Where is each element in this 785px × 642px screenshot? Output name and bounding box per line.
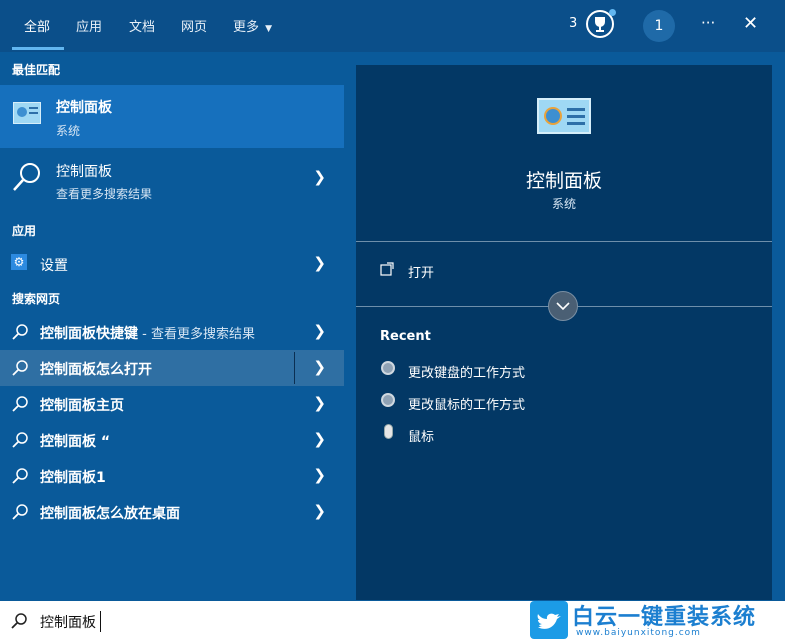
chevron-down-icon bbox=[556, 302, 570, 311]
search-icon bbox=[12, 468, 28, 484]
search-icon bbox=[12, 432, 28, 448]
best-match-subtitle: 系统 bbox=[56, 124, 81, 138]
account-avatar[interactable]: 1 bbox=[643, 10, 675, 42]
divider bbox=[294, 352, 295, 384]
rewards-count: 3 bbox=[569, 16, 578, 31]
search-icon bbox=[12, 324, 28, 340]
app-item-settings[interactable]: ⚙ 设置 ❯ bbox=[0, 246, 344, 282]
recent-item[interactable]: 鼠标 bbox=[356, 421, 772, 449]
best-match-title: 控制面板 bbox=[56, 100, 112, 116]
more-options-button[interactable]: ··· bbox=[701, 14, 715, 32]
chevron-right-icon[interactable]: ❯ bbox=[313, 466, 326, 484]
web-result-title: 控制面板主页 bbox=[40, 398, 124, 414]
settings-icon bbox=[381, 361, 395, 375]
web-result-suffix: - 查看更多搜索结果 bbox=[138, 327, 255, 342]
top-tab-bar: 全部 应用 文档 网页 更多 ▼ 3 1 ··· ✕ bbox=[0, 0, 785, 52]
open-label: 打开 bbox=[408, 266, 435, 281]
best-match-heading: 最佳匹配 bbox=[12, 63, 61, 77]
open-external-icon bbox=[380, 262, 394, 276]
web-result-item[interactable]: 控制面板怎么放在桌面 ❯ bbox=[0, 494, 344, 530]
chevron-right-icon[interactable]: ❯ bbox=[313, 430, 326, 448]
chevron-right-icon[interactable]: ❯ bbox=[313, 168, 326, 186]
chevron-down-icon: ▼ bbox=[265, 24, 273, 34]
app-item-label: 设置 bbox=[40, 258, 68, 274]
web-result-item[interactable]: 控制面板1 ❯ bbox=[0, 458, 344, 494]
close-button[interactable]: ✕ bbox=[743, 13, 758, 34]
settings-icon bbox=[381, 393, 395, 407]
watermark-logo: 白云一键重装系统 www.baiyunxitong.com bbox=[530, 601, 775, 642]
search-icon bbox=[12, 396, 28, 412]
recent-heading: Recent bbox=[380, 329, 431, 344]
web-search-result-item[interactable]: 控制面板 查看更多搜索结果 ❯ bbox=[0, 148, 344, 211]
control-panel-large-icon bbox=[537, 98, 591, 134]
chevron-right-icon[interactable]: ❯ bbox=[313, 322, 326, 340]
tab-web[interactable]: 网页 bbox=[181, 16, 207, 35]
tab-more-label: 更多 bbox=[233, 20, 260, 35]
web-result-item[interactable]: 控制面板 “ ❯ bbox=[0, 422, 344, 458]
web-result-text: 控制面板快捷键 - 查看更多搜索结果 bbox=[40, 323, 255, 343]
tab-all[interactable]: 全部 bbox=[24, 16, 50, 35]
web-result-item[interactable]: 控制面板主页 ❯ bbox=[0, 386, 344, 422]
active-tab-indicator bbox=[12, 47, 64, 50]
tab-docs[interactable]: 文档 bbox=[129, 16, 155, 35]
twitter-bird-icon bbox=[530, 601, 568, 639]
search-icon bbox=[11, 613, 27, 629]
preview-pane: 控制面板 系统 打开 Recent 更改键盘的工作方式 更改鼠标的工作方式 鼠标 bbox=[356, 65, 772, 600]
web-search-subtitle: 查看更多搜索结果 bbox=[56, 187, 153, 201]
watermark-url: www.baiyunxitong.com bbox=[576, 628, 701, 638]
web-search-title: 控制面板 bbox=[56, 164, 112, 180]
results-pane: 最佳匹配 控制面板 系统 控制面板 查看更多搜索结果 ❯ 应用 ⚙ 设置 ❯ 搜… bbox=[0, 52, 344, 600]
text-cursor bbox=[100, 611, 101, 632]
recent-item-label: 更改鼠标的工作方式 bbox=[408, 398, 526, 413]
account-initial: 1 bbox=[654, 18, 664, 34]
tab-apps[interactable]: 应用 bbox=[76, 16, 102, 35]
web-heading: 搜索网页 bbox=[12, 292, 61, 306]
web-result-item[interactable]: 控制面板快捷键 - 查看更多搜索结果 ❯ bbox=[0, 314, 344, 350]
chevron-right-icon[interactable]: ❯ bbox=[313, 254, 326, 272]
web-result-title: 控制面板1 bbox=[40, 470, 106, 486]
recent-item[interactable]: 更改键盘的工作方式 bbox=[356, 357, 772, 385]
watermark-brand: 白云一键重装系统 bbox=[572, 605, 757, 630]
web-result-item-selected[interactable]: 控制面板怎么打开 ❯ bbox=[0, 350, 344, 386]
notification-dot-icon bbox=[609, 9, 616, 16]
web-result-title: 控制面板怎么放在桌面 bbox=[40, 506, 180, 522]
search-bar[interactable]: 控制面板 白云一键重装系统 www.baiyunxitong.com bbox=[0, 601, 785, 642]
recent-item-label: 鼠标 bbox=[408, 430, 435, 445]
apps-heading: 应用 bbox=[12, 224, 37, 238]
control-panel-icon bbox=[13, 102, 41, 124]
search-icon bbox=[12, 504, 28, 520]
best-match-item[interactable]: 控制面板 系统 bbox=[0, 85, 344, 148]
chevron-right-icon[interactable]: ❯ bbox=[313, 358, 326, 376]
mouse-icon bbox=[384, 424, 393, 439]
recent-item[interactable]: 更改鼠标的工作方式 bbox=[356, 389, 772, 417]
divider bbox=[356, 241, 772, 242]
chevron-right-icon[interactable]: ❯ bbox=[313, 394, 326, 412]
web-result-title: 控制面板快捷键 bbox=[40, 326, 138, 342]
open-action[interactable]: 打开 bbox=[356, 255, 772, 287]
search-input[interactable]: 控制面板 bbox=[40, 612, 96, 632]
preview-title: 控制面板 bbox=[525, 170, 602, 192]
recent-item-label: 更改键盘的工作方式 bbox=[408, 366, 526, 381]
tab-more[interactable]: 更多 ▼ bbox=[233, 16, 272, 35]
web-result-title: 控制面板 “ bbox=[40, 434, 111, 450]
web-result-title: 控制面板怎么打开 bbox=[40, 362, 152, 378]
preview-subtitle: 系统 bbox=[551, 197, 576, 211]
search-icon bbox=[12, 360, 28, 376]
gear-icon: ⚙ bbox=[11, 254, 27, 270]
search-icon bbox=[13, 163, 40, 191]
rewards-trophy-icon[interactable] bbox=[586, 9, 616, 38]
chevron-right-icon[interactable]: ❯ bbox=[313, 502, 326, 520]
expand-button[interactable] bbox=[548, 291, 578, 321]
